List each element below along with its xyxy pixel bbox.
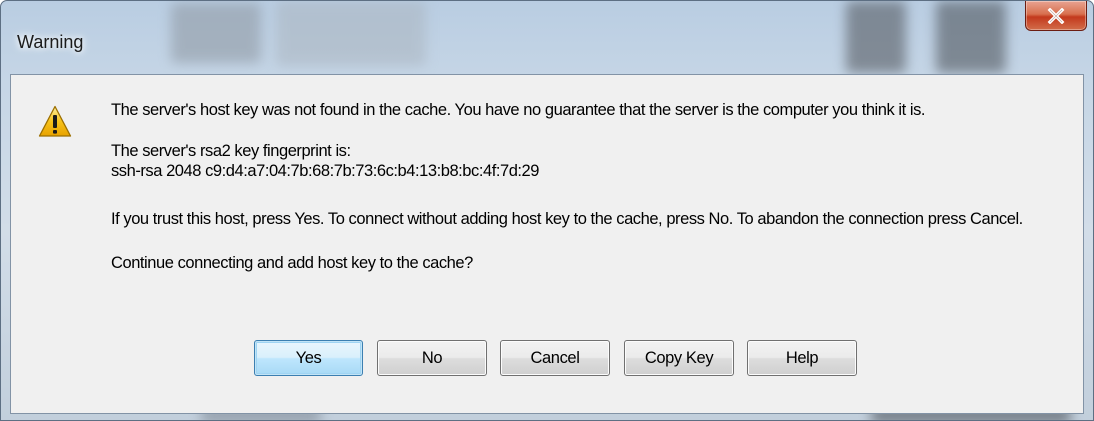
help-button[interactable]: Help	[747, 340, 857, 376]
host-key-warning-text: The server's host key was not found in t…	[111, 101, 926, 119]
confirmation-question: Continue connecting and add host key to …	[111, 254, 473, 272]
title-bar[interactable]: Warning	[1, 1, 1093, 73]
close-button[interactable]	[1025, 1, 1087, 31]
no-button[interactable]: No	[377, 340, 487, 376]
dialog-content: The server's host key was not found in t…	[10, 74, 1084, 414]
window-title: Warning	[17, 32, 84, 52]
cancel-button[interactable]: Cancel	[500, 340, 610, 376]
warning-triangle-icon	[38, 105, 72, 137]
yes-button[interactable]: Yes	[254, 340, 363, 376]
fingerprint-value: ssh-rsa 2048 c9:d4:a7:04:7b:68:7b:73:6c:…	[111, 162, 540, 180]
warning-dialog: Warning The server's host key was not fo…	[0, 0, 1094, 421]
close-icon	[1047, 7, 1065, 24]
instructions-text: If you trust this host, press Yes. To co…	[111, 210, 1023, 228]
fingerprint-label: The server's rsa2 key fingerprint is:	[111, 142, 351, 160]
copy-key-button[interactable]: Copy Key	[624, 340, 734, 376]
